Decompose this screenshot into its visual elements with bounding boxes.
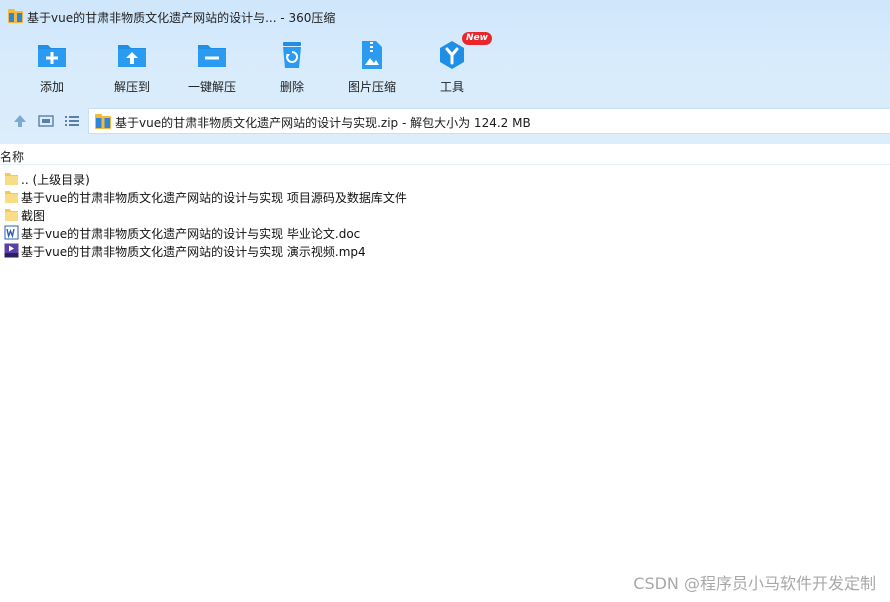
recycle-bin-icon	[283, 42, 301, 68]
list-item[interactable]: 截图	[0, 206, 890, 224]
window-title: 基于vue的甘肃非物质文化遗产网站的设计与... - 360压缩	[27, 11, 336, 25]
extract-to-icon	[118, 45, 146, 67]
folder-icon	[5, 173, 18, 185]
image-compress-label: 图片压缩	[347, 80, 396, 94]
extract-to-label: 解压到	[113, 80, 150, 94]
add-label: 添加	[39, 80, 64, 94]
file-name: 截图	[21, 209, 46, 223]
header-divider	[0, 164, 890, 165]
add-folder-icon	[38, 45, 66, 67]
watermark: CSDN @程序员小马软件开发定制	[633, 574, 876, 593]
toolbar: 添加 解压到 一键解压 删除 图片压缩 New 工具	[0, 32, 890, 98]
file-name: .. (上级目录)	[21, 173, 90, 187]
list-item[interactable]: 基于vue的甘肃非物质文化遗产网站的设计与实现 毕业论文.doc	[0, 224, 890, 242]
address-bar[interactable]: 基于vue的甘肃非物质文化遗产网站的设计与实现.zip - 解包大小为 124.…	[88, 108, 890, 134]
list-item[interactable]: 基于vue的甘肃非物质文化遗产网站的设计与实现 项目源码及数据库文件	[0, 188, 890, 206]
file-name: 基于vue的甘肃非物质文化遗产网站的设计与实现 演示视频.mp4	[21, 245, 366, 259]
window-chrome: 基于vue的甘肃非物质文化遗产网站的设计与... - 360压缩 添加 解压到	[0, 0, 890, 144]
delete-label: 删除	[279, 80, 304, 94]
tools-button[interactable]: New 工具	[412, 32, 492, 96]
file-name: 基于vue的甘肃非物质文化遗产网站的设计与实现 项目源码及数据库文件	[21, 191, 407, 205]
list-item[interactable]: 基于vue的甘肃非物质文化遗产网站的设计与实现 演示视频.mp4	[0, 242, 890, 260]
add-button[interactable]: 添加	[12, 34, 92, 96]
up-arrow-icon[interactable]	[11, 112, 29, 130]
word-document-icon	[4, 225, 19, 240]
video-file-icon	[4, 243, 19, 258]
folder-icon	[5, 209, 18, 221]
tools-label: 工具	[439, 80, 464, 94]
archive-app-icon	[8, 9, 23, 23]
one-click-extract-button[interactable]: 一键解压	[172, 34, 252, 96]
tools-icon	[440, 41, 464, 69]
file-name: 基于vue的甘肃非物质文化遗产网站的设计与实现 毕业论文.doc	[21, 227, 361, 241]
column-header-name[interactable]: 名称	[0, 148, 24, 165]
new-badge: New	[462, 32, 492, 45]
folder-icon	[5, 191, 18, 203]
list-view-icon[interactable]	[63, 112, 81, 130]
title-bar: 基于vue的甘肃非物质文化遗产网站的设计与... - 360压缩	[0, 0, 890, 32]
file-list: 名称 .. (上级目录) 基于vue的甘肃非物质文化遗产网站的设计与实现 项目源…	[0, 144, 890, 602]
extract-to-button[interactable]: 解压到	[92, 34, 172, 96]
archive-path: 基于vue的甘肃非物质文化遗产网站的设计与实现.zip - 解包大小为 124.…	[115, 116, 531, 130]
one-click-extract-label: 一键解压	[187, 80, 236, 94]
one-click-extract-icon	[198, 45, 226, 67]
image-compress-icon	[362, 41, 382, 69]
delete-button[interactable]: 删除	[252, 34, 332, 96]
list-item[interactable]: .. (上级目录)	[0, 170, 890, 188]
image-compress-button[interactable]: 图片压缩	[332, 34, 412, 96]
thumbnail-view-icon[interactable]	[37, 112, 55, 130]
archive-file-icon	[95, 114, 111, 129]
